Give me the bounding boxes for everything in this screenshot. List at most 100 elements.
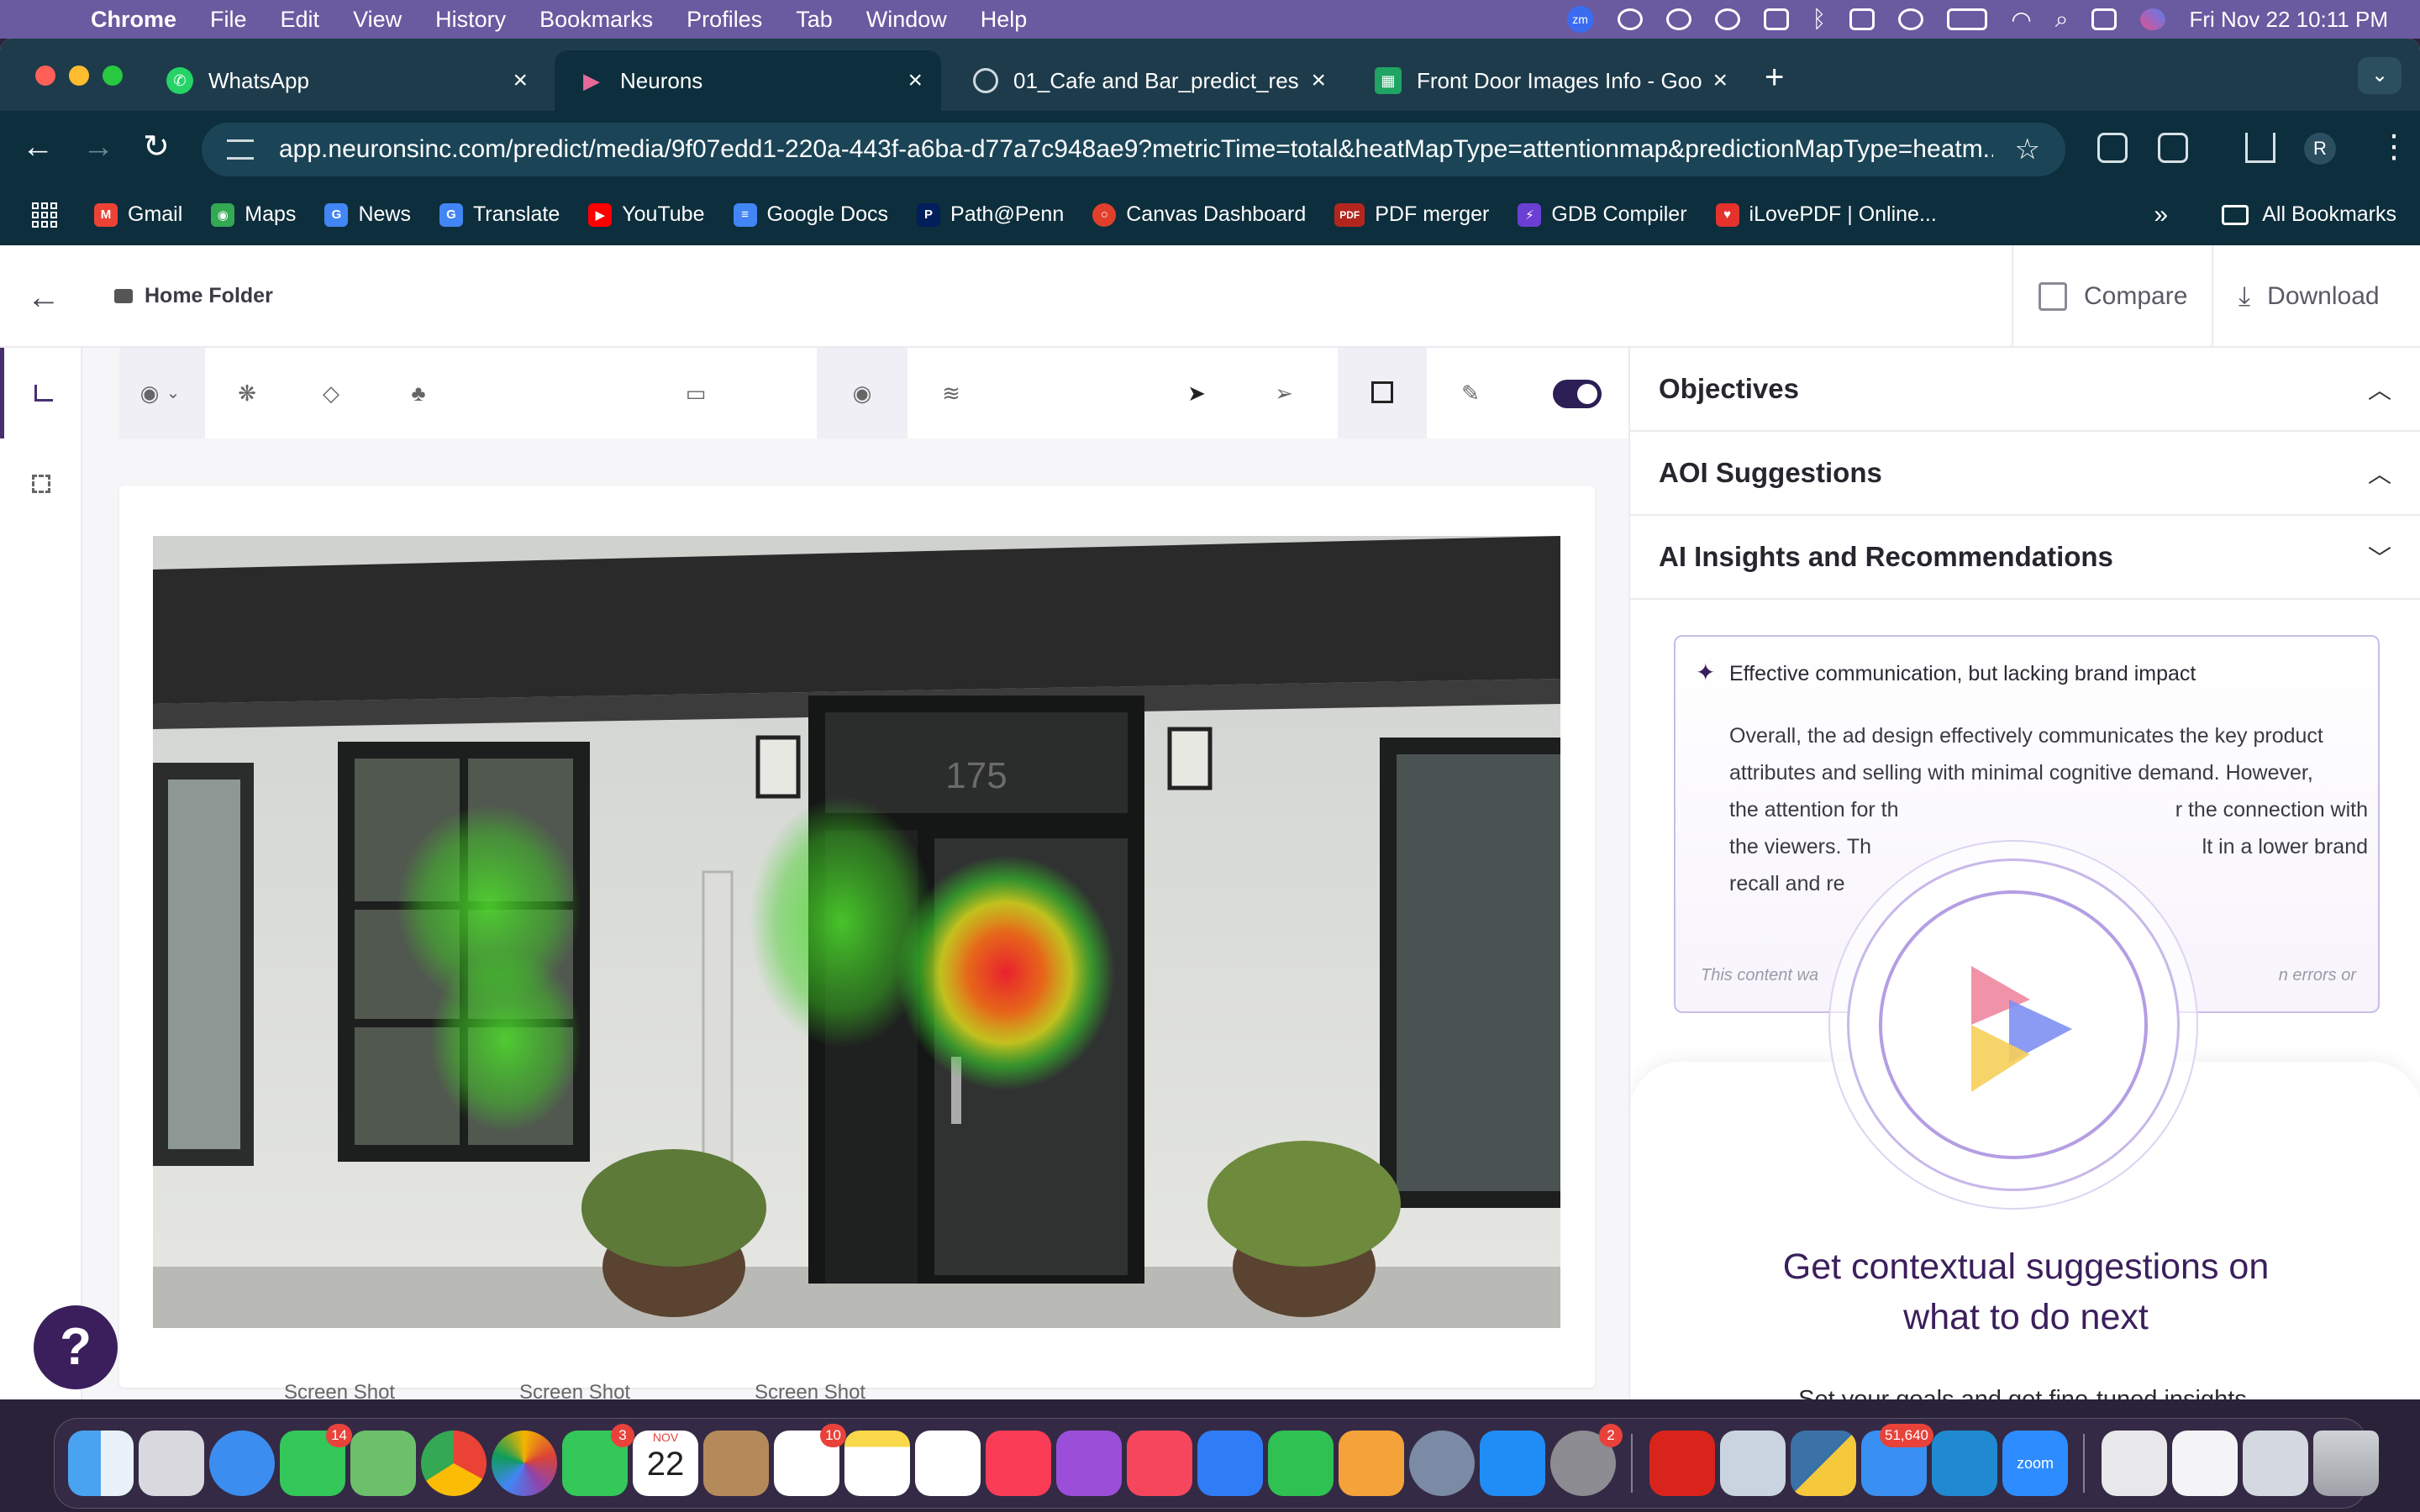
menu-window[interactable]: Window	[866, 7, 947, 33]
bookmark-canvas[interactable]: ○ Canvas Dashboard	[1092, 202, 1306, 227]
creative-cloud-icon[interactable]	[1714, 8, 1740, 30]
reminders-icon[interactable]: 10	[774, 1424, 846, 1496]
close-tab-icon[interactable]: ×	[1712, 66, 1728, 95]
control-center-icon[interactable]	[2091, 8, 2118, 30]
menu-file[interactable]: File	[210, 7, 247, 33]
bookmark-path-penn[interactable]: P Path@Penn	[917, 202, 1064, 227]
tab-front-door-images[interactable]: ▦ Front Door Images Info - Goo ×	[1351, 50, 1746, 111]
airpods-icon[interactable]	[1763, 8, 1789, 30]
zoom-icon[interactable]: zoom	[2002, 1431, 2068, 1496]
attention-eye-icon[interactable]: ◉	[138, 381, 161, 405]
menu-clock[interactable]: Fri Nov 22 10:11 PM	[2189, 7, 2388, 33]
minimize-window-button[interactable]	[69, 66, 89, 86]
bookmark-gdb-compiler[interactable]: ⚡ GDB Compiler	[1518, 202, 1687, 227]
spotlight-search-icon[interactable]: ⌕	[2055, 6, 2069, 34]
rail-analytics[interactable]	[0, 348, 82, 438]
vscode-icon[interactable]	[1932, 1431, 1997, 1496]
close-tab-icon[interactable]: ×	[1311, 66, 1326, 95]
fog-icon[interactable]: ≋	[939, 381, 963, 405]
menu-tab[interactable]: Tab	[796, 7, 833, 33]
image-icon[interactable]: ▭	[684, 381, 708, 405]
extensions-icon[interactable]	[2158, 133, 2188, 163]
heatmap-eye-icon[interactable]: ◉	[850, 381, 874, 405]
news-icon[interactable]	[1127, 1431, 1192, 1496]
menu-profiles[interactable]: Profiles	[687, 7, 762, 33]
chrome-menu-icon[interactable]: ⋮	[2378, 126, 2410, 168]
python-launcher-icon[interactable]	[1720, 1431, 1786, 1496]
bookmark-star-icon[interactable]: ☆	[2015, 133, 2040, 166]
bookmark-gmail[interactable]: M Gmail	[94, 202, 182, 227]
tab-neurons[interactable]: ▶ Neurons ×	[555, 50, 941, 111]
compare-button[interactable]: Compare	[2012, 245, 2212, 348]
wifi-icon[interactable]: ◠	[2011, 6, 2031, 34]
finder-icon[interactable]	[68, 1431, 134, 1496]
pages-icon[interactable]	[1339, 1431, 1404, 1496]
calendar-icon[interactable]: NOV 22	[633, 1431, 698, 1496]
siri-icon[interactable]	[2140, 8, 2166, 30]
chevron-down-icon[interactable]: ﹀	[2368, 540, 2391, 574]
tab-whatsapp[interactable]: ✆ WhatsApp ×	[143, 50, 546, 111]
contacts-icon[interactable]	[703, 1431, 769, 1496]
maps-icon[interactable]	[350, 1431, 416, 1496]
r-app-icon[interactable]	[1409, 1431, 1475, 1496]
aoi-visibility-toggle[interactable]	[1553, 380, 1602, 408]
profile-avatar[interactable]: R	[2304, 133, 2336, 165]
apps-grid-icon[interactable]	[32, 202, 57, 228]
podcasts-icon[interactable]	[1056, 1431, 1122, 1496]
menu-view[interactable]: View	[353, 7, 402, 33]
diamond-icon[interactable]: ◇	[319, 381, 343, 405]
facetime-icon[interactable]: 3	[562, 1424, 634, 1496]
new-tab-button[interactable]: +	[1765, 60, 1784, 94]
pointer-outline-icon[interactable]: ➢	[1272, 381, 1296, 405]
python-icon[interactable]	[1791, 1431, 1856, 1496]
screenshot-stack-icon[interactable]	[2102, 1431, 2167, 1496]
section-ai-insights[interactable]: AI Insights and Recommendations ﹀	[1630, 516, 2420, 600]
pen-tool-icon[interactable]: ✎	[1459, 381, 1482, 405]
rectangle-tool-icon[interactable]	[1371, 381, 1393, 403]
section-objectives[interactable]: Objectives ︿	[1630, 348, 2420, 432]
close-tab-icon[interactable]: ×	[908, 66, 923, 95]
back-arrow-icon[interactable]: ←	[27, 279, 60, 317]
close-tab-icon[interactable]: ×	[513, 66, 528, 95]
back-button[interactable]: ←	[22, 128, 54, 166]
zoom-status-icon[interactable]: zm	[1566, 6, 1594, 33]
bookmark-google-docs[interactable]: ≡ Google Docs	[733, 202, 888, 227]
thumb-label[interactable]: Screen Shot	[284, 1381, 395, 1399]
select-arrow-icon[interactable]: ➤	[1185, 381, 1208, 405]
chevron-up-icon[interactable]: ︿	[2368, 456, 2391, 490]
bluetooth-icon[interactable]: ᛒ	[1812, 6, 1827, 33]
thumb-label[interactable]: Screen Shot	[755, 1381, 865, 1399]
menu-app-name[interactable]: Chrome	[91, 7, 176, 33]
menu-history[interactable]: History	[435, 7, 506, 33]
bookmark-translate[interactable]: G Translate	[439, 202, 560, 227]
forward-button[interactable]: →	[82, 128, 114, 166]
tab-search-button[interactable]: ⌄	[2358, 57, 2402, 94]
bookmark-youtube[interactable]: ▶ YouTube	[588, 202, 705, 227]
mail-icon[interactable]: 51,640	[1861, 1424, 1933, 1496]
airdrop-icon[interactable]	[1898, 8, 1924, 30]
trash-icon[interactable]	[2313, 1431, 2379, 1496]
app-store-icon[interactable]	[1480, 1431, 1545, 1496]
url-text[interactable]: app.neuronsinc.com/predict/media/9f07edd…	[279, 135, 1993, 164]
breadcrumb[interactable]: Home Folder	[114, 284, 273, 308]
menu-bookmarks[interactable]: Bookmarks	[539, 7, 653, 33]
keynote-icon[interactable]	[1197, 1431, 1263, 1496]
vpn-status-icon[interactable]	[1665, 8, 1691, 30]
translate-extension-icon[interactable]	[2097, 133, 2128, 163]
chevron-up-icon[interactable]: ︿	[2368, 372, 2391, 406]
photos-icon[interactable]	[492, 1431, 557, 1496]
safari-icon[interactable]	[209, 1431, 275, 1496]
system-settings-icon[interactable]: 2	[1550, 1424, 1623, 1496]
extension-status-icon[interactable]	[1617, 8, 1643, 30]
freeform-icon[interactable]	[915, 1431, 981, 1496]
launchpad-icon[interactable]	[139, 1431, 204, 1496]
documents-stack-icon[interactable]	[2172, 1431, 2238, 1496]
all-bookmarks-button[interactable]: All Bookmarks	[2222, 202, 2396, 227]
menu-edit[interactable]: Edit	[281, 7, 320, 33]
numbers-icon[interactable]	[1268, 1431, 1334, 1496]
download-button[interactable]: ⤓ Download	[2212, 245, 2420, 348]
music-icon[interactable]	[986, 1431, 1051, 1496]
battery-icon[interactable]	[1947, 8, 1988, 30]
help-button[interactable]: ?	[34, 1305, 118, 1389]
chrome-icon[interactable]	[421, 1431, 487, 1496]
